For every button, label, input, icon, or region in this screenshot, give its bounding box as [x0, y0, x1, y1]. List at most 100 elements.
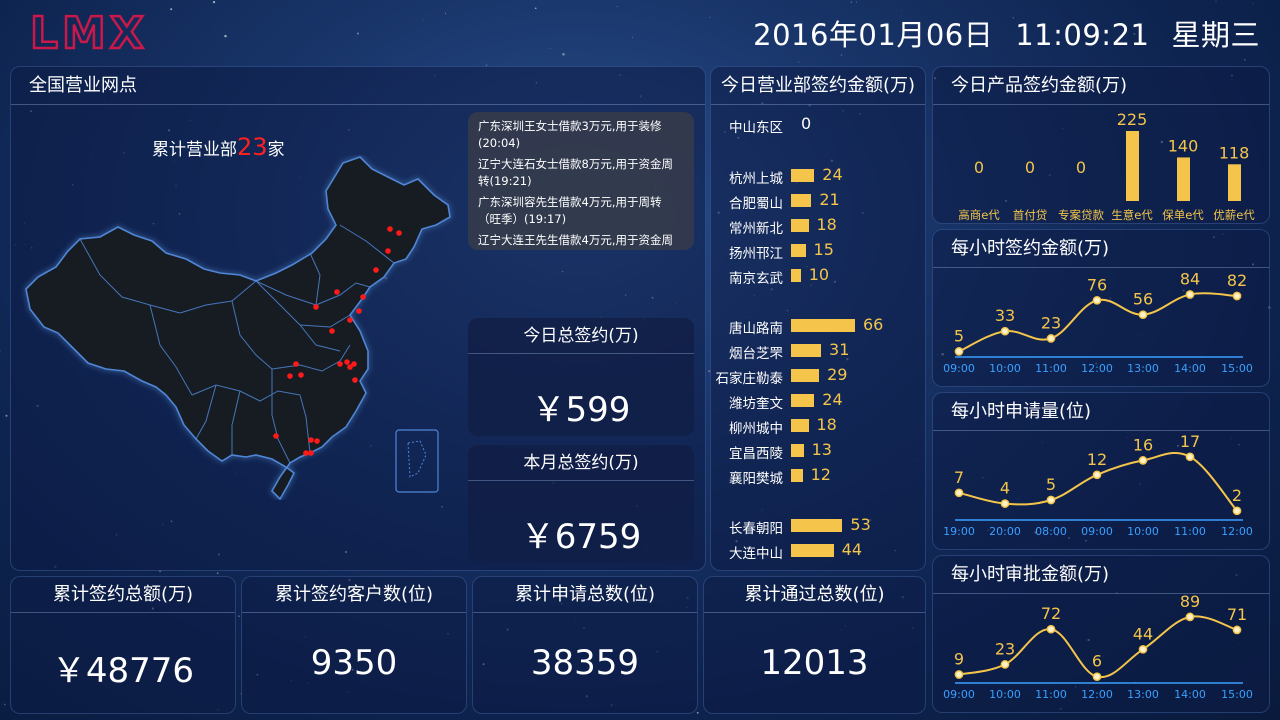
- data-label: 2: [1232, 486, 1242, 505]
- data-point: [1046, 495, 1056, 505]
- branch-value: 53: [850, 515, 871, 534]
- branch-value: 10: [808, 265, 830, 284]
- x-tick-label: 09:00: [943, 362, 975, 375]
- branch-row: 南京玄武 10: [711, 265, 927, 287]
- branch-row: 合肥蜀山 21: [711, 190, 927, 212]
- data-label: 72: [1041, 604, 1061, 623]
- data-label: 23: [1041, 313, 1061, 332]
- x-tick-label: 12:00: [1081, 362, 1113, 375]
- data-point: [1138, 644, 1148, 654]
- month-total-value: ￥6759: [520, 517, 642, 557]
- branch-value: 21: [819, 190, 840, 209]
- feed-item: 广东深圳容先生借款4万元,用于周转（旺季）(19:17): [478, 195, 662, 226]
- product-value-label: 140: [1168, 136, 1199, 155]
- data-label: 84: [1180, 270, 1200, 289]
- branch-row: 杭州上城 24: [711, 165, 927, 187]
- branch-name: 石家庄勒泰: [715, 371, 784, 387]
- taiwan-inset: [395, 429, 439, 493]
- hourly-sign-line-chart: 5 09:00 33 10:00 23 11:00 76 12:00 56 13:00 84 14:0…: [943, 270, 1253, 376]
- map-panel-title: 全国营业网点: [11, 67, 705, 105]
- product-panel-title: 今日产品签约金额(万): [933, 67, 1269, 105]
- branch-bar: [791, 194, 812, 207]
- hourly-approve-line-chart: 9 09:00 23 10:00 72 11:00 6 12:00 44 13:00 89 14:00…: [943, 594, 1253, 701]
- branch-value: 24: [822, 165, 843, 184]
- product-value-label: 225: [1117, 110, 1148, 129]
- x-tick-label: 12:00: [1081, 688, 1113, 701]
- data-point: [1000, 660, 1010, 669]
- data-point: [1232, 506, 1242, 516]
- data-point: [954, 670, 964, 679]
- svg-text:LMX: LMX: [30, 8, 148, 54]
- product-bar-chart: 0 高商e代 0 首付贷 0 专案贷款 225 生意e代 140 保单e代 118 优薪e代: [958, 110, 1255, 222]
- branch-name: 长春朝阳: [729, 521, 783, 537]
- branch-row: 潍坊奎文 24: [711, 390, 927, 412]
- x-tick-label: 09:00: [1081, 525, 1113, 538]
- x-tick-label: 10:00: [989, 362, 1021, 375]
- branch-bar: [791, 169, 815, 182]
- product-value-label: 0: [1025, 158, 1035, 177]
- branch-row: 扬州邗江 15: [711, 240, 927, 262]
- branch-value: 24: [822, 390, 843, 409]
- x-tick-label: 15:00: [1221, 362, 1253, 375]
- today-total-title: 今日总签约(万): [468, 318, 694, 354]
- stat-value: 12013: [760, 643, 869, 683]
- month-total-card: 本月总签约(万) ￥6759: [468, 445, 694, 563]
- branch-name: 常州新北: [729, 221, 783, 237]
- feed-item: 辽宁大连王先生借款4万元,用于资金周: [478, 233, 673, 247]
- x-tick-label: 19:00: [943, 525, 975, 538]
- data-label: 5: [1046, 475, 1056, 494]
- data-label: 7: [954, 468, 964, 487]
- data-point: [1000, 326, 1010, 336]
- branch-bar: [791, 519, 843, 532]
- stat-title: 累计签约客户数(位): [242, 577, 466, 613]
- x-tick-label: 12:00: [1221, 525, 1253, 538]
- weekday-text: 星期三: [1171, 18, 1260, 52]
- data-label: 17: [1180, 432, 1200, 451]
- branch-name: 中山东区: [729, 120, 783, 136]
- product-value-label: 0: [974, 158, 984, 177]
- branch-value: 66: [863, 315, 884, 334]
- product-category-label: 高商e代: [958, 208, 1000, 222]
- data-point: [1232, 625, 1242, 635]
- branch-value: 13: [811, 440, 832, 459]
- product-bar: [1126, 131, 1139, 201]
- hourly-approve-title: 每小时审批金额(万): [933, 556, 1269, 594]
- branch-row: 柳州城中 18: [711, 415, 927, 437]
- branch-row: 襄阳樊城 12: [711, 465, 927, 487]
- branch-name: 扬州邗江: [729, 246, 783, 262]
- hourly-sign-title: 每小时签约金额(万): [933, 230, 1269, 268]
- data-label: 89: [1180, 594, 1200, 611]
- branch-value: 18: [816, 215, 837, 234]
- data-label: 16: [1133, 435, 1153, 454]
- product-category-label: 保单e代: [1162, 208, 1204, 222]
- hourly-apply-line-chart: 7 19:00 4 20:00 5 08:00 12 09:00 16 10:00 17 11:00 2…: [943, 432, 1253, 538]
- branch-value: 31: [829, 340, 850, 359]
- data-point: [1046, 624, 1056, 634]
- hourly-apply-panel: 每小时申请量(位) 7 19:00 4 20:00 5 08:00 12 09:00 16 10:…: [932, 392, 1270, 550]
- data-label: 71: [1227, 605, 1247, 624]
- data-label: 76: [1087, 275, 1107, 294]
- data-label: 9: [954, 650, 964, 669]
- branch-bar: [791, 469, 803, 482]
- branch-row: 长春朝阳 53: [711, 515, 927, 537]
- data-point: [954, 488, 964, 498]
- branch-name: 烟台芝罘: [729, 346, 783, 362]
- x-tick-label: 11:00: [1035, 688, 1067, 701]
- branch-name: 宜昌西陵: [729, 446, 783, 462]
- product-value-label: 118: [1219, 143, 1250, 162]
- feed-item: 辽宁大连石女士借款8万元,用于资金周转(19:21): [478, 157, 673, 188]
- stat-value: 38359: [530, 643, 640, 683]
- product-bar: [1228, 164, 1241, 201]
- data-point: [1092, 470, 1102, 480]
- data-label: 23: [995, 639, 1015, 658]
- data-point: [1046, 334, 1056, 343]
- x-tick-label: 11:00: [1035, 362, 1067, 375]
- data-label: 12: [1087, 450, 1107, 469]
- x-tick-label: 11:00: [1174, 525, 1206, 538]
- data-point: [1138, 456, 1148, 465]
- product-amount-panel: 今日产品签约金额(万) 0 高商e代 0 首付贷 0 专案贷款 225 生意e代 140 保单e代…: [932, 66, 1270, 224]
- x-tick-label: 08:00: [1035, 525, 1067, 538]
- logo: LMX: [30, 8, 148, 54]
- data-label: 44: [1133, 624, 1153, 643]
- branch-value: 44: [841, 540, 863, 559]
